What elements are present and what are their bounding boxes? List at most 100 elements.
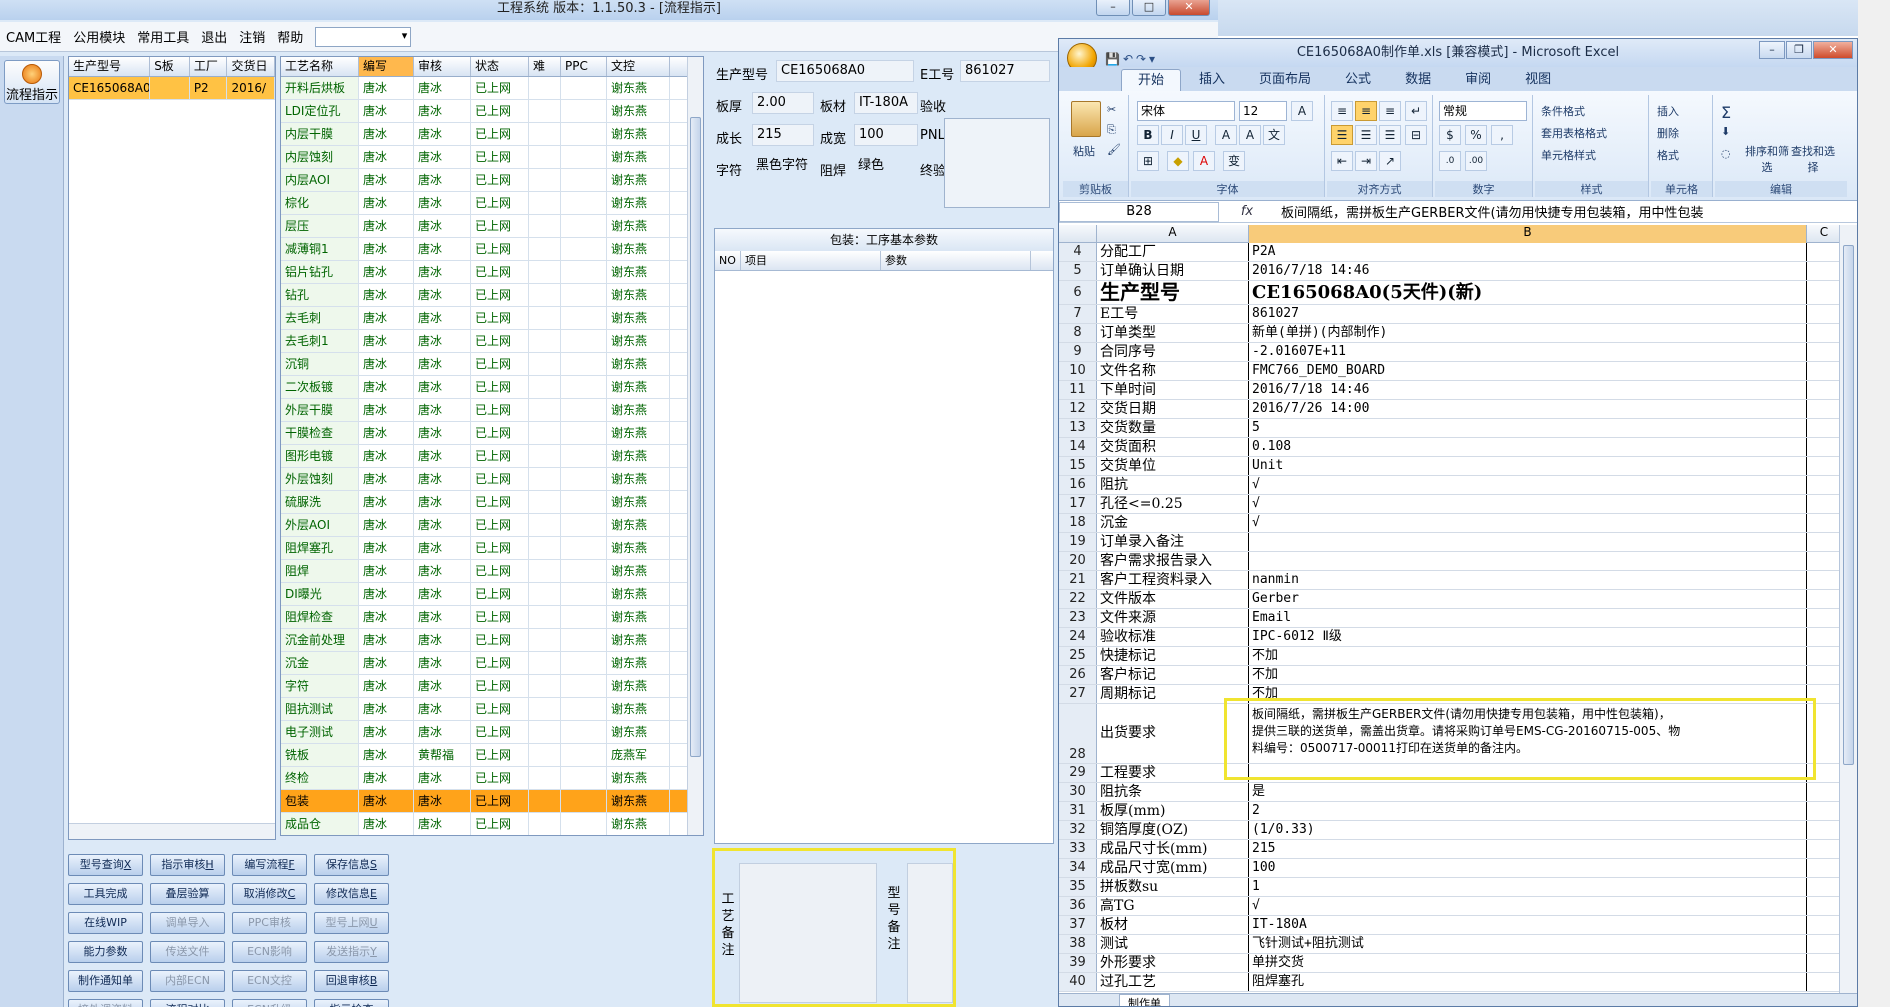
cell-a[interactable]: 拼板数su [1097,878,1249,896]
row-number[interactable]: 36 [1059,897,1097,915]
cut-icon[interactable]: ✂ [1107,103,1116,116]
row-number[interactable]: 9 [1059,343,1097,361]
field-soldermask[interactable]: 绿色 [854,156,918,178]
cell-a[interactable]: 测试 [1097,935,1249,953]
formula-input[interactable]: 板间隔纸，需拼板生产GERBER文件(请勿用快捷专用包装箱，用中性包装 [1275,202,1857,221]
row-number[interactable]: 37 [1059,916,1097,934]
model-remark-field[interactable] [907,863,953,1003]
cell-b[interactable] [1249,764,1807,782]
process-row[interactable]: DI曝光 唐冰 唐冰 已上网 谢东燕 [281,583,703,606]
process-row[interactable]: 铣板 唐冰 黄帮福 已上网 庞燕军 [281,744,703,767]
sheet-tab[interactable]: 制作单 [1119,994,1170,1006]
ribbon-tab[interactable]: 页面布局 [1243,69,1327,91]
cell-a[interactable]: 交货单位 [1097,457,1249,475]
cell-a[interactable]: 沉金 [1097,514,1249,532]
cell-a[interactable]: 客户工程资料录入 [1097,571,1249,589]
fx-icon[interactable]: fx [1219,204,1275,219]
field-length[interactable]: 215 [752,124,814,146]
ribbon-tab[interactable]: 公式 [1329,69,1387,91]
process-row[interactable]: 电子测试 唐冰 唐冰 已上网 谢东燕 [281,721,703,744]
wen-icon[interactable]: 变 [1223,151,1245,171]
cell-b[interactable]: 1 [1249,878,1807,896]
action-button[interactable]: 发送指示Y [314,941,389,963]
col-factory[interactable]: 工厂 [190,57,228,76]
cell-a[interactable]: 下单时间 [1097,381,1249,399]
col-header-a[interactable]: A [1097,225,1249,243]
underline-icon[interactable]: U [1185,125,1207,145]
col-process-name[interactable]: 工艺名称 [281,57,359,76]
font-size-combo[interactable]: 12 [1239,101,1287,121]
delete-cells-button[interactable]: 删除 [1657,125,1679,141]
excel-restore-button[interactable]: ❐ [1786,41,1812,59]
row-number[interactable]: 7 [1059,305,1097,323]
process-row[interactable]: 去毛刺 唐冰 唐冰 已上网 谢东燕 [281,307,703,330]
col-model[interactable]: 生产型号 [69,57,151,76]
currency-icon[interactable]: $ [1439,125,1461,145]
cell-b[interactable]: 861027 [1249,305,1807,323]
name-box[interactable]: B28 [1059,201,1219,222]
ribbon-tab[interactable]: 插入 [1183,69,1241,91]
cell-a[interactable]: 订单确认日期 [1097,262,1249,280]
cell-b[interactable]: FMC766_DEMO_BOARD [1249,362,1807,380]
cell-a[interactable]: 交货面积 [1097,438,1249,456]
cell-a[interactable]: 板厚(mm) [1097,802,1249,820]
col-difficulty[interactable]: 难 [529,57,561,76]
process-row[interactable]: 外层蚀刻 唐冰 唐冰 已上网 谢东燕 [281,468,703,491]
cell-b[interactable]: 5 [1249,419,1807,437]
cell-b[interactable]: √ [1249,476,1807,494]
cell-b[interactable]: 阻焊塞孔 [1249,973,1807,991]
cell-b[interactable]: √ [1249,897,1807,915]
process-row[interactable]: 成品仓 唐冰 唐冰 已上网 谢东燕 [281,813,703,835]
decrease-font-icon[interactable]: A [1239,125,1261,145]
col-doc-control[interactable]: 文控 [607,57,670,76]
cell-b[interactable]: √ [1249,495,1807,513]
process-row[interactable]: 内层AOI 唐冰 唐冰 已上网 谢东燕 [281,169,703,192]
col-item[interactable]: 项目 [741,251,881,270]
align-left-icon[interactable]: ☰ [1331,125,1353,145]
cell-a[interactable]: 出货要求 [1097,704,1249,763]
fill-icon[interactable]: ⬇ [1721,125,1730,138]
copy-icon[interactable]: ⎘ [1107,123,1116,137]
cell-b[interactable]: 单拼交货 [1249,954,1807,972]
font-color-icon[interactable]: A [1193,151,1215,171]
process-row[interactable]: 阻焊塞孔 唐冰 唐冰 已上网 谢东燕 [281,537,703,560]
process-row[interactable]: 终检 唐冰 唐冰 已上网 谢东燕 [281,767,703,790]
process-row[interactable]: 阻焊 唐冰 唐冰 已上网 谢东燕 [281,560,703,583]
row-number[interactable]: 5 [1059,262,1097,280]
align-middle-icon[interactable]: ≡ [1355,101,1377,121]
orientation-icon[interactable]: ↗ [1379,151,1401,171]
process-row[interactable]: 内层蚀刻 唐冰 唐冰 已上网 谢东燕 [281,146,703,169]
fill-color-icon[interactable]: ◆ [1167,151,1189,171]
col-header-b[interactable]: B [1249,225,1807,243]
action-button[interactable]: ECN影响 [232,941,307,963]
action-button[interactable]: 修改信息E [314,883,389,905]
cell-b[interactable]: 不加 [1249,647,1807,665]
process-row[interactable]: 沉铜 唐冰 唐冰 已上网 谢东燕 [281,353,703,376]
cell-a[interactable]: 过孔工艺 [1097,973,1249,991]
process-row[interactable]: 外层AOI 唐冰 唐冰 已上网 谢东燕 [281,514,703,537]
cell-b[interactable]: 0.108 [1249,438,1807,456]
col-status[interactable]: 状态 [471,57,529,76]
action-button[interactable]: 工具完成 [68,883,143,905]
row-number[interactable]: 10 [1059,362,1097,380]
cell-b[interactable]: 板间隔纸，需拼板生产GERBER文件(请勿用快捷专用包装箱，用中性包装箱)， 提供… [1249,704,1807,763]
row-number[interactable]: 23 [1059,609,1097,627]
border-icon[interactable]: ⊞ [1137,151,1159,171]
cell-a[interactable]: 周期标记 [1097,685,1249,703]
paste-label[interactable]: 粘贴 [1073,143,1095,159]
menu-combo-box[interactable] [315,26,412,47]
cell-b[interactable]: IT-180A [1249,916,1807,934]
col-no[interactable]: NO [715,251,741,270]
process-row[interactable]: 图形电镀 唐冰 唐冰 已上网 谢东燕 [281,445,703,468]
action-button[interactable]: 保存信息S [314,854,389,876]
row-number[interactable]: 25 [1059,647,1097,665]
excel-vscroll[interactable] [1839,225,1857,995]
field-eno[interactable]: 861027 [960,60,1050,82]
menu-exit[interactable]: 退出 [201,27,227,46]
format-cells-button[interactable]: 格式 [1657,147,1679,163]
cell-a[interactable]: 文件名称 [1097,362,1249,380]
row-number[interactable]: 32 [1059,821,1097,839]
col-author[interactable]: 编写 [359,57,414,76]
process-row[interactable]: LDI定位孔 唐冰 唐冰 已上网 谢东燕 [281,100,703,123]
cell-a[interactable]: 订单类型 [1097,324,1249,342]
